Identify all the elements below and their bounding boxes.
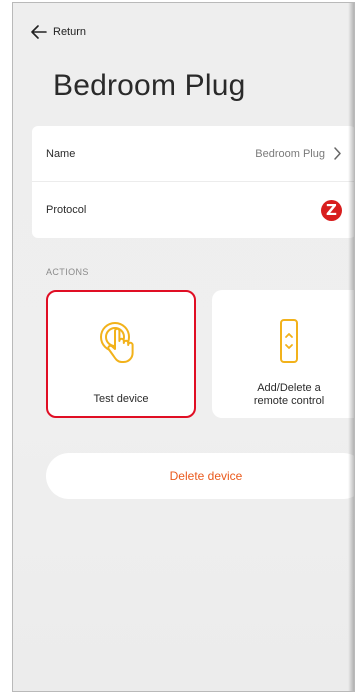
name-value: Bedroom Plug	[255, 147, 325, 160]
add-delete-remote-button[interactable]: Add/Delete a remote control	[212, 290, 354, 418]
delete-device-button[interactable]: Delete device	[46, 453, 354, 499]
phone-screen: Return Bedroom Plug Name Bedroom Plug Pr…	[12, 2, 355, 692]
protocol-label: Protocol	[46, 204, 87, 216]
name-row[interactable]: Name Bedroom Plug	[32, 126, 354, 182]
add-delete-remote-label: Add/Delete a remote control	[212, 382, 354, 408]
chevron-right-icon	[334, 147, 341, 160]
remote-label-line2: remote control	[253, 395, 325, 407]
test-device-label: Test device	[93, 393, 149, 405]
return-link[interactable]: Return	[31, 25, 86, 39]
device-info-card: Name Bedroom Plug Protocol Z	[32, 126, 354, 238]
hand-tap-icon	[100, 322, 134, 363]
remote-control-icon	[280, 319, 298, 363]
arrow-left-icon	[31, 25, 47, 39]
test-device-button[interactable]: Test device	[46, 290, 196, 418]
z-wave-logo: Z	[321, 199, 342, 221]
name-label: Name	[46, 147, 76, 160]
actions-section-label: ACTIONS	[46, 267, 89, 277]
page-title: Bedroom Plug	[53, 69, 246, 102]
protocol-row: Protocol Z	[32, 182, 354, 238]
remote-label-line1: Add/Delete a	[257, 382, 321, 394]
return-label: Return	[53, 26, 87, 38]
edge-shadow	[348, 3, 354, 691]
